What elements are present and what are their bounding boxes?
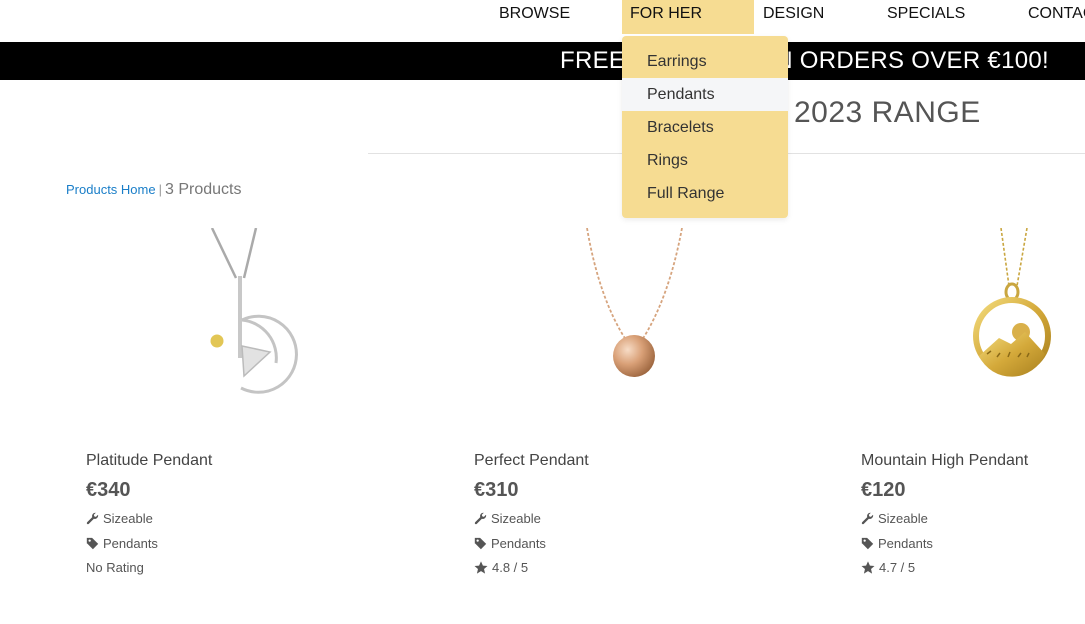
product-card[interactable]: Platitude Pendant €340 Sizeable Pendants… <box>86 227 386 598</box>
product-category[interactable]: Pendants <box>878 536 933 551</box>
category-row: Pendants <box>86 536 158 551</box>
nav-specials[interactable]: SPECIALS <box>887 0 965 34</box>
menu-item-bracelets[interactable]: Bracelets <box>622 111 788 144</box>
product-image[interactable] <box>861 227 1085 428</box>
product-price: €310 <box>474 479 519 501</box>
tag-icon <box>861 537 874 550</box>
rating-row: 4.7 / 5 <box>861 560 915 575</box>
feature-row: Sizeable <box>86 511 153 526</box>
product-card[interactable]: Perfect Pendant €310 Sizeable Pendants 4… <box>474 227 774 598</box>
breadcrumb-products-home[interactable]: Products Home <box>66 182 156 197</box>
rating-row: 4.8 / 5 <box>474 560 528 575</box>
nav-browse[interactable]: BROWSE <box>499 0 570 34</box>
menu-item-earrings[interactable]: Earrings <box>622 45 788 78</box>
product-feature: Sizeable <box>878 511 928 526</box>
category-row: Pendants <box>474 536 546 551</box>
star-icon <box>474 561 488 574</box>
breadcrumb-separator: | <box>158 182 162 197</box>
product-count: 3 Products <box>164 181 242 198</box>
product-rating: 4.7 / 5 <box>879 560 916 575</box>
wrench-icon <box>86 512 99 525</box>
promo-banner: FREE SHIPPING ON ORDERS OVER €100! <box>0 42 1085 80</box>
tag-icon <box>86 537 99 550</box>
breadcrumb: Products Home | 3 Products <box>66 181 241 199</box>
feature-row: Sizeable <box>861 511 928 526</box>
star-icon <box>861 561 875 574</box>
wrench-icon <box>861 512 874 525</box>
menu-item-pendants[interactable]: Pendants <box>622 78 788 111</box>
product-price: €340 <box>86 479 131 501</box>
product-category[interactable]: Pendants <box>491 536 546 551</box>
nav-contact[interactable]: CONTAC <box>1028 0 1085 34</box>
product-rating: No Rating <box>86 560 144 575</box>
nav-for-her[interactable]: FOR HER <box>622 0 754 34</box>
nav-design[interactable]: DESIGN <box>763 0 824 34</box>
product-name[interactable]: Platitude Pendant <box>86 452 212 470</box>
product-image[interactable] <box>86 227 386 428</box>
product-image[interactable] <box>474 227 774 428</box>
product-feature: Sizeable <box>103 511 153 526</box>
product-card[interactable]: Mountain High Pendant €120 Sizeable Pend… <box>861 227 1085 598</box>
product-name[interactable]: Perfect Pendant <box>474 452 589 470</box>
wrench-icon <box>474 512 487 525</box>
menu-item-full-range[interactable]: Full Range <box>622 177 788 210</box>
menu-item-rings[interactable]: Rings <box>622 144 788 177</box>
feature-row: Sizeable <box>474 511 541 526</box>
product-rating: 4.8 / 5 <box>492 560 529 575</box>
product-price: €120 <box>861 479 906 501</box>
tag-icon <box>474 537 487 550</box>
category-row: Pendants <box>861 536 933 551</box>
top-navigation: BROWSE FOR HER DESIGN SPECIALS CONTAC <box>0 0 1085 42</box>
for-her-dropdown-menu: Earrings Pendants Bracelets Rings Full R… <box>622 36 788 218</box>
product-name[interactable]: Mountain High Pendant <box>861 452 1028 470</box>
product-feature: Sizeable <box>491 511 541 526</box>
product-category[interactable]: Pendants <box>103 536 158 551</box>
page-title: 2023 RANGE <box>794 96 981 129</box>
